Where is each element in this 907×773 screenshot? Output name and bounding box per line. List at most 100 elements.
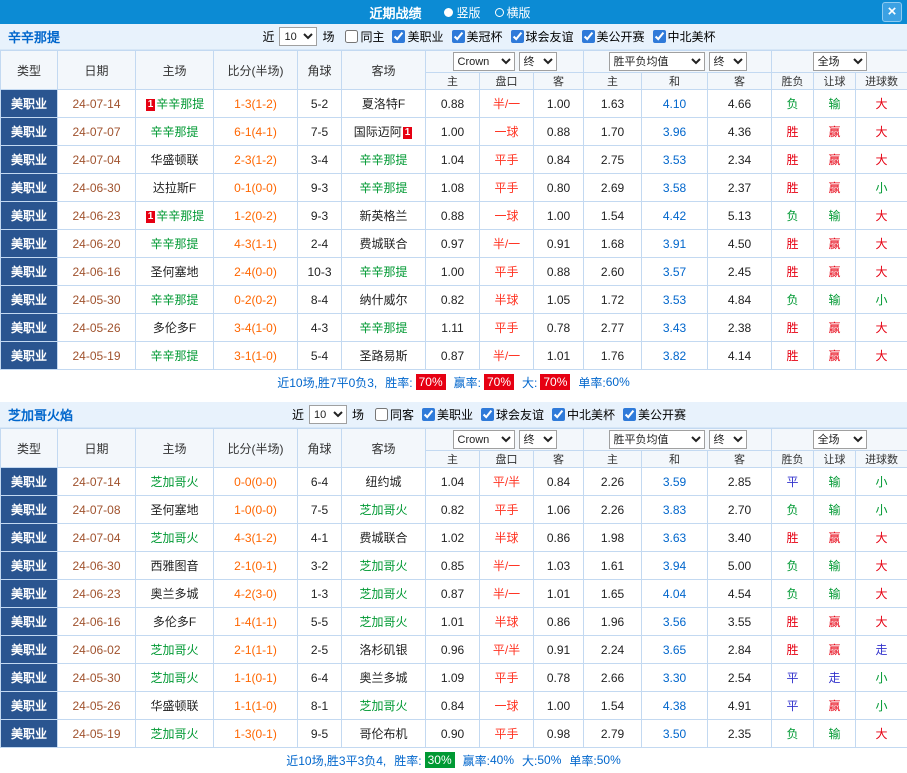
away-team-cell: 新英格兰 <box>342 202 426 230</box>
date-cell: 24-07-04 <box>58 524 136 552</box>
match-row: 美职业24-07-07辛辛那提6-1(4-1)7-5国际迈阿11.00一球0.8… <box>1 118 907 146</box>
match-row: 美职业24-05-19辛辛那提3-1(1-0)5-4圣路易斯0.87半/一1.0… <box>1 342 907 370</box>
avg-draw-cell: 4.38 <box>642 692 708 720</box>
league-checkbox[interactable]: 美冠杯 <box>452 28 503 45</box>
same-venue-checkbox[interactable]: 同主 <box>345 28 384 45</box>
league-checkbox[interactable]: 中北美杯 <box>653 28 716 45</box>
handicap-result-cell: 输 <box>814 90 856 118</box>
score-cell: 1-1(1-0) <box>214 692 298 720</box>
avg-away-cell: 2.37 <box>708 174 772 202</box>
popup-title: 近期战绩 <box>369 3 421 22</box>
goals-result-cell: 小 <box>856 174 907 202</box>
checkbox-label: 中北美杯 <box>567 406 615 423</box>
filter-checkboxes: 同客 美职业 球会友谊 中北美杯美公开赛 <box>367 406 686 424</box>
red-card-badge: 1 <box>146 99 156 111</box>
match-type-cell: 美职业 <box>1 608 58 636</box>
date-cell: 24-05-19 <box>58 342 136 370</box>
result-cell: 负 <box>772 90 814 118</box>
match-row: 美职业24-05-19芝加哥火1-3(0-1)9-5哥伦布机0.90平手0.98… <box>1 720 907 748</box>
league-checkbox[interactable]: 中北美杯 <box>552 406 615 423</box>
goals-result-cell: 大 <box>856 608 907 636</box>
away-odds-cell: 0.91 <box>534 230 584 258</box>
match-row: 美职业24-05-26多伦多F3-4(1-0)4-3辛辛那提1.11平手0.78… <box>1 314 907 342</box>
home-team-cell: 华盛顿联 <box>136 146 214 174</box>
match-row: 美职业24-06-20辛辛那提4-3(1-1)2-4费城联合0.97半/一0.9… <box>1 230 907 258</box>
team-name: 辛辛那提 <box>150 293 198 307</box>
league-checkbox[interactable]: 美职业 <box>422 406 473 423</box>
layout-vertical-radio[interactable]: 竖版 <box>444 4 480 21</box>
match-row: 美职业24-07-14芝加哥火0-0(0-0)6-4纽约城1.04平/半0.84… <box>1 468 907 496</box>
odds-stage-select[interactable]: 终 <box>519 52 557 71</box>
checkbox-label: 球会友谊 <box>496 406 544 423</box>
stat-label: 单率: <box>578 374 605 391</box>
league-checkbox[interactable]: 球会友谊 <box>511 28 574 45</box>
league-checkbox[interactable]: 球会友谊 <box>481 406 544 423</box>
result-cell: 平 <box>772 468 814 496</box>
bookmaker-select[interactable]: Crown <box>453 52 515 71</box>
checkbox-label: 美职业 <box>437 406 473 423</box>
away-team-cell: 芝加哥火 <box>342 608 426 636</box>
checkbox-input[interactable] <box>452 30 465 43</box>
close-icon[interactable]: × <box>882 2 902 22</box>
score-cell: 1-4(1-1) <box>214 608 298 636</box>
date-cell: 24-05-26 <box>58 314 136 342</box>
league-checkbox[interactable]: 美公开赛 <box>623 406 686 423</box>
corners-cell: 4-1 <box>298 524 342 552</box>
scope-select[interactable]: 全场 <box>813 430 867 449</box>
handicap-cell: 半/一 <box>480 580 534 608</box>
checkbox-input[interactable] <box>375 408 388 421</box>
bookmaker-select[interactable]: Crown <box>453 430 515 449</box>
checkbox-input[interactable] <box>422 408 435 421</box>
checkbox-input[interactable] <box>345 30 358 43</box>
home-odds-cell: 1.01 <box>426 608 480 636</box>
avg-away-cell: 2.85 <box>708 468 772 496</box>
date-cell: 24-06-20 <box>58 230 136 258</box>
handicap-result-cell: 输 <box>814 286 856 314</box>
checkbox-input[interactable] <box>582 30 595 43</box>
away-odds-cell: 0.78 <box>534 664 584 692</box>
checkbox-input[interactable] <box>623 408 636 421</box>
league-checkbox[interactable]: 美公开赛 <box>582 28 645 45</box>
checkbox-input[interactable] <box>481 408 494 421</box>
avg-odds-select[interactable]: 胜平负均值 <box>609 430 705 449</box>
avg-draw-cell: 3.53 <box>642 146 708 174</box>
avg-odds-select[interactable]: 胜平负均值 <box>609 52 705 71</box>
col-header-type: 类型 <box>1 51 58 90</box>
near-count-select[interactable]: 10 <box>309 405 347 424</box>
league-checkbox[interactable]: 美职业 <box>392 28 443 45</box>
date-cell: 24-06-30 <box>58 552 136 580</box>
home-team-cell: 辛辛那提 <box>136 286 214 314</box>
avg-away-cell: 5.00 <box>708 552 772 580</box>
avg-away-cell: 3.40 <box>708 524 772 552</box>
record-summary: 近10场,胜7平0负3,胜率:70%赢率:70%大:70%单率:60% <box>0 370 907 394</box>
team-name: 国际迈阿 <box>354 125 402 139</box>
checkbox-input[interactable] <box>392 30 405 43</box>
home-team-cell: 芝加哥火 <box>136 468 214 496</box>
checkbox-input[interactable] <box>552 408 565 421</box>
near-count-select[interactable]: 10 <box>279 27 317 46</box>
avg-stage-select[interactable]: 终 <box>709 430 747 449</box>
scope-select[interactable]: 全场 <box>813 52 867 71</box>
odds-stage-select[interactable]: 终 <box>519 430 557 449</box>
same-venue-checkbox[interactable]: 同客 <box>375 406 414 423</box>
result-cell: 负 <box>772 202 814 230</box>
avg-stage-select[interactable]: 终 <box>709 52 747 71</box>
checkbox-input[interactable] <box>511 30 524 43</box>
score-cell: 0-2(0-2) <box>214 286 298 314</box>
home-team-cell: 多伦多F <box>136 314 214 342</box>
avg-away-cell: 2.54 <box>708 664 772 692</box>
corners-cell: 2-5 <box>298 636 342 664</box>
col-header-type: 类型 <box>1 429 58 468</box>
avg-home-cell: 2.69 <box>584 174 642 202</box>
score-cell: 2-1(0-1) <box>214 552 298 580</box>
checkbox-label: 同客 <box>390 406 414 423</box>
checkbox-label: 美冠杯 <box>467 28 503 45</box>
away-odds-cell: 0.84 <box>534 468 584 496</box>
team-name: 芝加哥火 <box>359 559 407 573</box>
checkbox-input[interactable] <box>653 30 666 43</box>
layout-horizontal-radio[interactable]: 横版 <box>495 4 531 21</box>
score-cell: 0-0(0-0) <box>214 468 298 496</box>
date-cell: 24-06-16 <box>58 608 136 636</box>
home-odds-cell: 1.09 <box>426 664 480 692</box>
match-type-cell: 美职业 <box>1 202 58 230</box>
